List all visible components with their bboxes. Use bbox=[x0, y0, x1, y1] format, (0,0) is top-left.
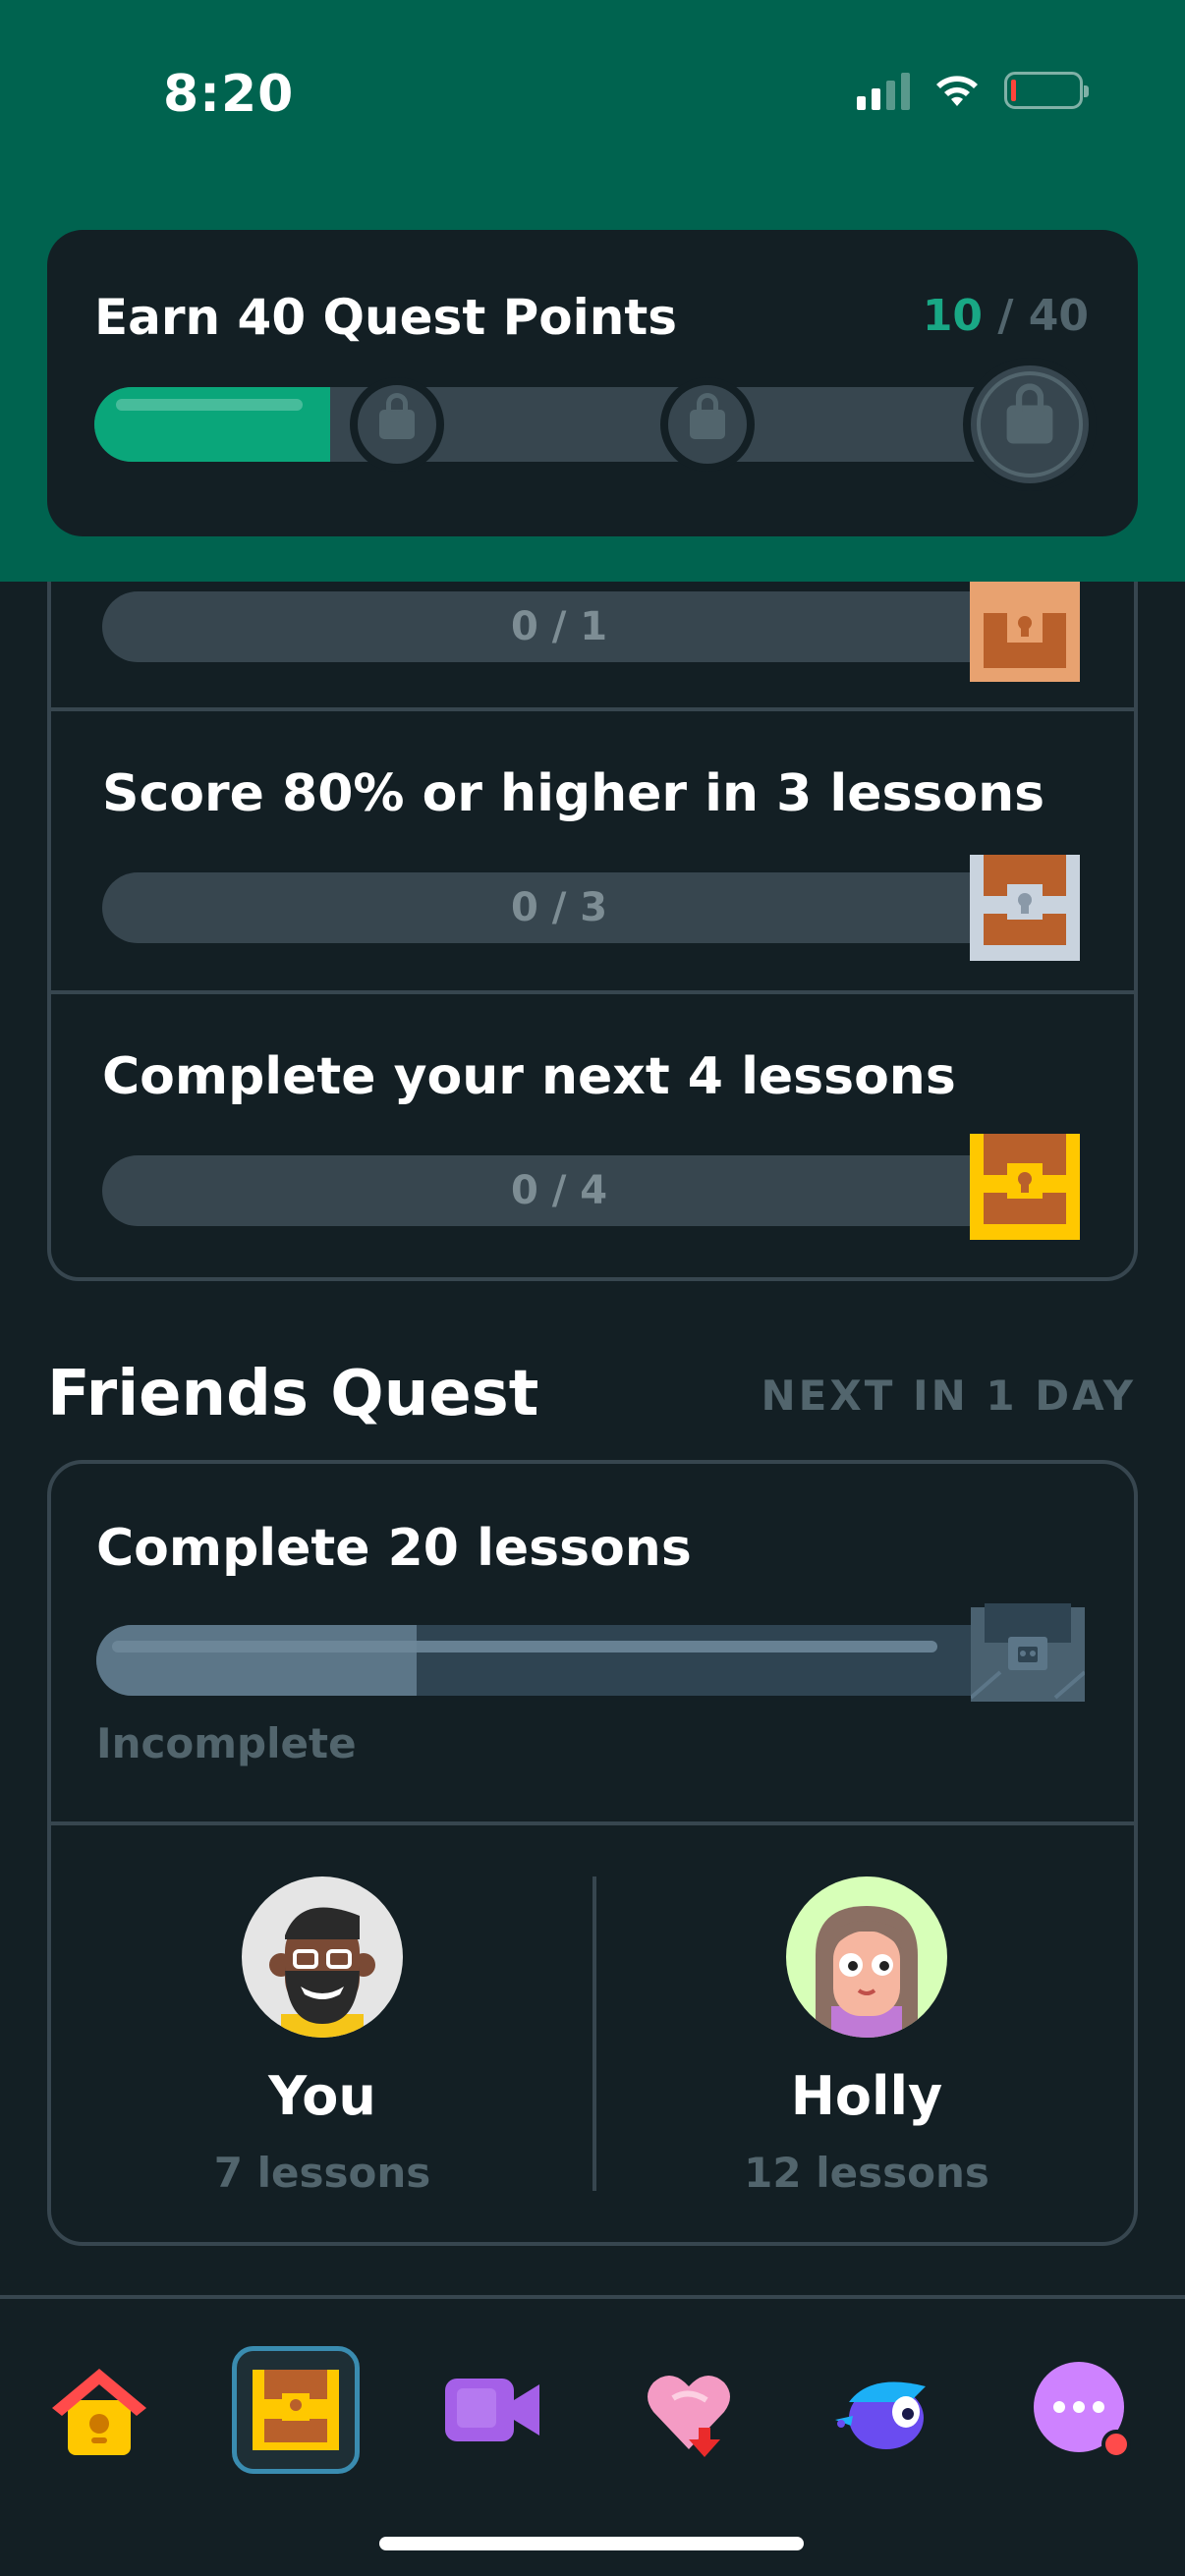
quest-points-progress bbox=[94, 358, 1097, 491]
friend-lessons: 12 lessons bbox=[744, 2149, 989, 2197]
bearded-man-avatar bbox=[242, 1876, 403, 2038]
friend-holly[interactable]: Holly 12 lessons bbox=[670, 1876, 1063, 2197]
friends-quest-title: Friends Quest bbox=[47, 1358, 539, 1430]
quest-progress-bar: 0 / 3 bbox=[102, 872, 1016, 943]
nav-video-call[interactable] bbox=[428, 2346, 556, 2474]
quest-label: Complete your next 4 lessons bbox=[102, 1047, 956, 1106]
nav-quests[interactable] bbox=[232, 2346, 360, 2474]
nav-characters[interactable] bbox=[821, 2346, 949, 2474]
divider bbox=[51, 1821, 1134, 1825]
daily-quests-list: 0 / 1 Score 80% or higher in 3 lessons 0… bbox=[47, 511, 1138, 1281]
wifi-icon bbox=[936, 76, 978, 106]
status-time: 8:20 bbox=[163, 65, 295, 124]
battery-icon bbox=[1004, 72, 1089, 109]
avatar-bird-icon bbox=[835, 2381, 926, 2449]
daily-quest-2: Score 80% or higher in 3 lessons 0 / 3 bbox=[51, 707, 1134, 990]
friends-quest-card: Complete 20 lessons Incomplete You 7 les… bbox=[47, 1460, 1138, 2246]
home-icon bbox=[52, 2369, 146, 2455]
bottom-nav bbox=[0, 2295, 1185, 2576]
quest-header: 8:20 Earn 40 Quest Points 10 / 40 bbox=[0, 0, 1185, 582]
quest-points-current: 10 bbox=[922, 291, 984, 341]
hearts-icon bbox=[648, 2376, 730, 2457]
divider bbox=[592, 1876, 596, 2191]
quest-points-card: Earn 40 Quest Points 10 / 40 bbox=[47, 230, 1138, 536]
quest-label: Score 80% or higher in 3 lessons bbox=[102, 764, 1045, 823]
friend-lessons: 7 lessons bbox=[213, 2149, 431, 2197]
friends-quest-next: NEXT IN 1 DAY bbox=[761, 1372, 1136, 1420]
home-indicator bbox=[379, 2537, 804, 2550]
final-reward-lock-icon[interactable] bbox=[963, 358, 1097, 491]
friend-name: Holly bbox=[790, 2065, 943, 2127]
quest-points-fill bbox=[94, 387, 330, 462]
silver-chest-icon bbox=[970, 855, 1080, 961]
cellular-signal-icon bbox=[857, 71, 910, 110]
quest-progress-bar: 0 / 1 bbox=[102, 591, 1016, 662]
status-icons bbox=[857, 71, 1089, 110]
bronze-chest-icon bbox=[970, 576, 1080, 682]
progress-shine bbox=[112, 1641, 937, 1652]
friend-name: You bbox=[268, 2065, 376, 2127]
girl-glasses-avatar bbox=[786, 1876, 947, 2038]
quest-progress-bar: 0 / 4 bbox=[102, 1155, 1016, 1226]
lock-icon bbox=[660, 377, 755, 472]
friends-quest-status: Incomplete bbox=[96, 1719, 357, 1767]
friends-chest-icon bbox=[969, 1603, 1087, 1702]
quest-points-title: Earn 40 Quest Points bbox=[94, 289, 678, 346]
nav-more[interactable] bbox=[1018, 2346, 1146, 2474]
more-icon bbox=[1034, 2362, 1131, 2459]
lock-icon bbox=[350, 377, 444, 472]
gold-chest-icon bbox=[970, 1134, 1080, 1240]
nav-home[interactable] bbox=[35, 2346, 163, 2474]
quest-points-total: / 40 bbox=[997, 291, 1089, 341]
friends-quest-progress bbox=[96, 1625, 1010, 1696]
nav-hearts[interactable] bbox=[625, 2346, 753, 2474]
friends-quest-task: Complete 20 lessons bbox=[96, 1519, 692, 1578]
quests-chest-icon bbox=[253, 2370, 339, 2450]
quest-points-score: 10 / 40 bbox=[923, 291, 1089, 341]
video-call-icon bbox=[445, 2379, 539, 2441]
daily-quest-3: Complete your next 4 lessons 0 / 4 bbox=[51, 990, 1134, 1275]
friends-quest-fill bbox=[96, 1625, 417, 1696]
friend-you[interactable]: You 7 lessons bbox=[126, 1876, 519, 2197]
